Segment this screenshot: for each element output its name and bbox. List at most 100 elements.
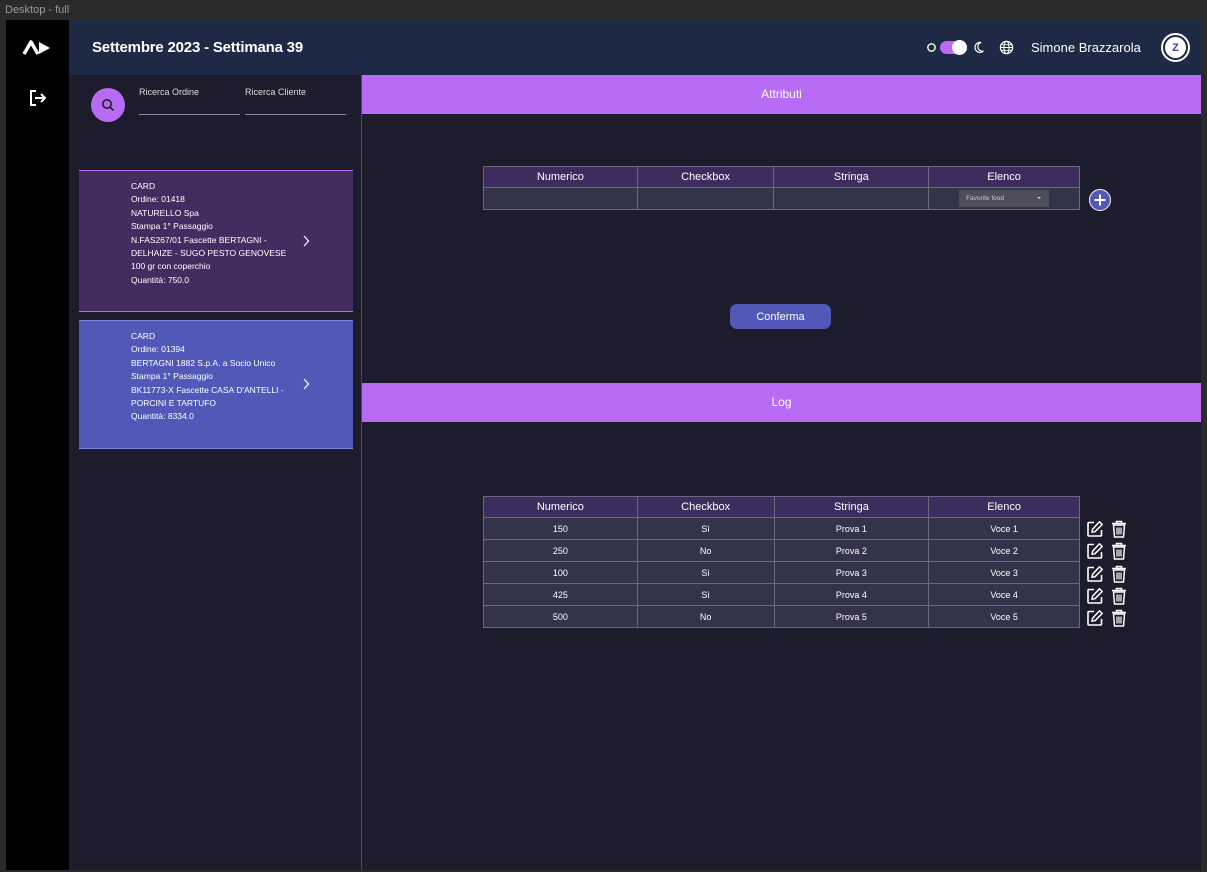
edit-icon[interactable] [1086, 542, 1104, 560]
table-cell: Prova 3 [773, 561, 930, 584]
edit-icon[interactable] [1086, 565, 1104, 583]
table-cell: Sì [636, 517, 775, 540]
table-row: 425 Sì Prova 4 Voce 4 [483, 583, 1080, 606]
column-header: Stringa [773, 166, 930, 188]
row-action-group [1086, 587, 1126, 607]
search-button[interactable] [91, 88, 125, 122]
globe-icon[interactable] [999, 40, 1014, 55]
attributes-section-header: Attributi [362, 75, 1201, 114]
table-cell: 150 [483, 517, 638, 540]
column-header: Elenco [928, 166, 1080, 188]
table-cell: No [636, 605, 775, 628]
sun-icon [927, 43, 936, 52]
client-search-field[interactable]: Ricerca Cliente [245, 87, 346, 115]
trash-icon[interactable] [1111, 520, 1127, 538]
table-cell: Voce 2 [928, 539, 1080, 562]
logout-icon[interactable] [28, 88, 48, 108]
nav-rail [6, 20, 69, 870]
user-name[interactable]: Simone Brazzarola [1031, 40, 1141, 55]
log-section-header: Log [362, 383, 1201, 422]
table-cell: Voce 5 [928, 605, 1080, 628]
edit-icon[interactable] [1086, 587, 1104, 605]
table-row: 250 No Prova 2 Voce 2 [483, 539, 1080, 562]
table-row: Favorite food [483, 187, 1080, 210]
moon-icon [974, 41, 984, 53]
trash-icon[interactable] [1111, 542, 1127, 561]
row-action-group [1086, 542, 1126, 562]
column-header: Stringa [773, 496, 930, 518]
toggle-knob [952, 40, 967, 55]
add-attribute-button[interactable] [1089, 189, 1111, 211]
card-line: DELHAIZE - SUGO PESTO GENOVESE [131, 248, 287, 259]
column-header: Checkbox [636, 166, 775, 188]
card-line: Quantità: 750.0 [131, 274, 190, 285]
table-cell: Sì [636, 583, 775, 606]
attributes-table: Numerico Checkbox Stringa Elenco Favorit… [483, 166, 1080, 210]
edit-icon[interactable] [1086, 520, 1104, 538]
card-line: 100 gr con coperchio [131, 261, 211, 272]
theme-toggle[interactable] [940, 40, 967, 55]
top-header: Settembre 2023 - Settimana 39 Simone Bra… [69, 20, 1201, 75]
table-cell: Voce 4 [928, 583, 1080, 606]
order-card[interactable]: CARD Ordine: 01418 NATURELLO Spa Stampa … [79, 170, 353, 312]
table-cell: 500 [483, 605, 638, 628]
table-cell: 100 [483, 561, 638, 584]
column-header: Numerico [483, 166, 638, 188]
card-line: BERTAGNI 1882 S.p.A. a Socio Unico [131, 357, 276, 368]
page-title: Settembre 2023 - Settimana 39 [92, 39, 303, 56]
trash-icon[interactable] [1111, 587, 1127, 605]
string-input-cell[interactable] [773, 187, 930, 210]
card-line: Stampa 1° Passaggio [131, 221, 213, 232]
column-header: Numerico [483, 496, 638, 518]
order-search-label: Ricerca Ordine [139, 87, 200, 97]
card-line: Quantità: 8334.0 [131, 411, 194, 422]
frame-label: Desktop - full [5, 4, 70, 16]
card-line: Ordine: 01394 [131, 344, 185, 355]
table-cell: Prova 5 [773, 605, 930, 628]
card-line: N.FAS267/01 Fascette BERTAGNI - [131, 234, 267, 245]
table-cell: Sì [636, 561, 775, 584]
trash-icon[interactable] [1111, 565, 1127, 583]
table-cell: Voce 1 [928, 517, 1080, 540]
row-action-group [1086, 609, 1126, 629]
order-search-field[interactable]: Ricerca Ordine [139, 87, 240, 115]
card-line: Stampa 1° Passaggio [131, 371, 213, 382]
table-cell: No [636, 539, 775, 562]
client-search-label: Ricerca Cliente [245, 87, 307, 97]
column-header: Elenco [928, 496, 1080, 518]
logo-icon[interactable] [22, 38, 52, 58]
numeric-input-cell[interactable] [483, 187, 638, 210]
table-cell: Voce 3 [928, 561, 1080, 584]
table-cell: 250 [483, 539, 638, 562]
search-icon [102, 99, 115, 112]
table-row: 100 Sì Prova 3 Voce 3 [483, 561, 1080, 584]
list-select[interactable]: Favorite food [959, 190, 1050, 207]
table-row: 150 Sì Prova 1 Voce 1 [483, 517, 1080, 540]
table-cell: Prova 4 [773, 583, 930, 606]
row-action-group [1086, 520, 1126, 540]
plus-icon [1094, 194, 1106, 206]
card-line: BK11773-X Fascette CASA D'ANTELLI - [131, 384, 284, 395]
edit-icon[interactable] [1086, 609, 1104, 627]
confirm-button[interactable]: Conferma [730, 304, 831, 329]
card-line: PORCINI E TARTUFO [131, 398, 217, 409]
table-cell: Prova 1 [773, 517, 930, 540]
select-value: Favorite food [966, 195, 1004, 202]
chevron-right-icon[interactable] [302, 378, 310, 390]
table-cell: Prova 2 [773, 539, 930, 562]
chevron-right-icon[interactable] [302, 235, 310, 247]
order-card[interactable]: CARD Ordine: 01394 BERTAGNI 1882 S.p.A. … [79, 320, 353, 449]
trash-icon[interactable] [1111, 609, 1127, 627]
list-input-cell: Favorite food [928, 187, 1080, 210]
row-action-group [1086, 565, 1126, 585]
column-header: Checkbox [636, 496, 775, 518]
checkbox-input-cell[interactable] [636, 187, 775, 210]
orders-panel: Ricerca Ordine Ricerca Cliente CARD Ordi… [69, 75, 362, 870]
card-line: NATURELLO Spa [131, 207, 199, 218]
card-line: CARD [131, 331, 156, 341]
table-cell: 425 [483, 583, 638, 606]
card-line: CARD [131, 181, 156, 191]
avatar[interactable]: Z [1161, 33, 1190, 62]
log-table: Numerico Checkbox Stringa Elenco 150 Sì … [483, 496, 1080, 628]
card-line: Ordine: 01418 [131, 194, 185, 205]
